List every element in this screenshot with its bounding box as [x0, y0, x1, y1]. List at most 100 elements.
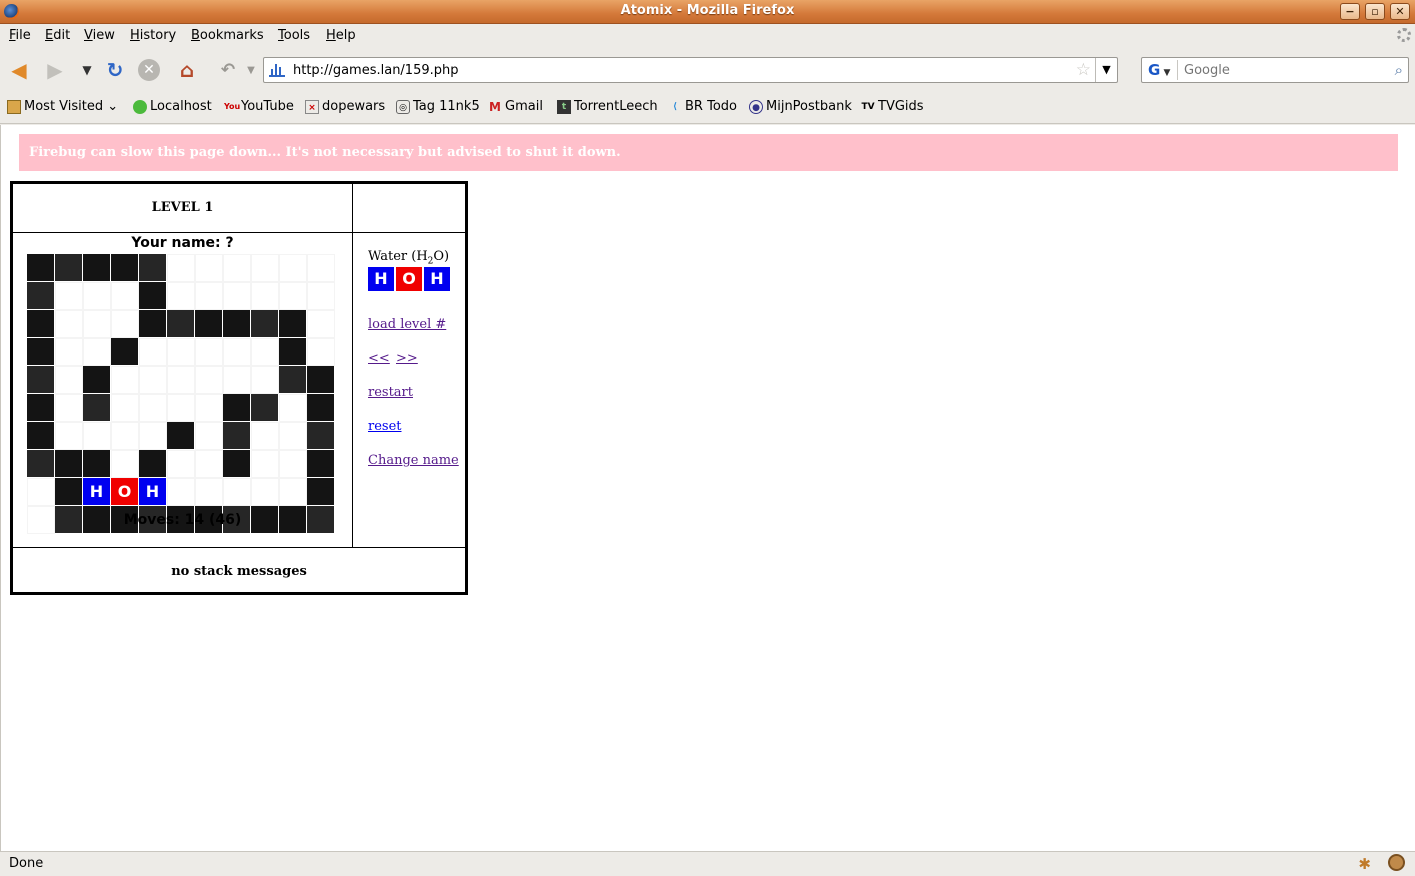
floor-tile [55, 310, 83, 338]
wall-tile [83, 254, 110, 281]
floor-tile [83, 310, 111, 338]
floor-tile [139, 394, 167, 422]
throbber-icon [1397, 28, 1411, 42]
atom-hydrogen: H [368, 267, 394, 291]
br-todo-icon: ⟨ [672, 101, 678, 112]
load-level-link[interactable]: load level # [368, 317, 446, 332]
floor-tile [195, 282, 223, 310]
greasemonkey-icon[interactable] [1388, 854, 1405, 871]
url-dropdown-icon[interactable]: ▼ [1095, 58, 1117, 82]
floor-tile [307, 338, 335, 366]
atom-oxygen-tile[interactable]: O [111, 478, 138, 505]
menu-edit[interactable]: Edit [45, 28, 70, 43]
firebug-icon[interactable]: ✱ [1358, 855, 1371, 873]
menu-view[interactable]: View [84, 28, 115, 43]
wall-tile [279, 366, 306, 393]
floor-tile [167, 338, 195, 366]
floor-tile [195, 338, 223, 366]
floor-tile [279, 450, 307, 478]
bookmark-star-icon[interactable]: ☆ [1076, 60, 1091, 80]
bookmark-tag[interactable]: ◎ Tag 11nk5 [396, 99, 480, 114]
floor-tile [251, 254, 279, 282]
floor-tile [167, 282, 195, 310]
search-engine-icon[interactable]: G ▼ [1144, 60, 1178, 80]
atom-hydrogen: H [424, 267, 450, 291]
firebug-warning: Firebug can slow this page down... It's … [19, 134, 1398, 171]
atom-hydrogen-tile[interactable]: H [83, 478, 110, 505]
menu-bookmarks[interactable]: Bookmarks [191, 28, 264, 43]
wall-tile [279, 310, 306, 337]
change-name-link[interactable]: Change name [368, 453, 459, 468]
floor-tile [307, 310, 335, 338]
floor-tile [195, 394, 223, 422]
floor-tile [111, 366, 139, 394]
wall-tile [251, 310, 278, 337]
bookmark-mijnpostbank[interactable]: ● MijnPostbank [749, 99, 852, 114]
bookmark-dopewars[interactable]: × dopewars [305, 99, 385, 114]
wall-tile [139, 282, 166, 309]
tag-icon: ◎ [396, 99, 410, 114]
floor-tile [83, 338, 111, 366]
history-dropdown-icon[interactable]: ▼ [74, 57, 100, 83]
bookmark-torrentleech[interactable]: t TorrentLeech [557, 99, 658, 114]
url-text[interactable]: http://games.lan/159.php [293, 63, 459, 78]
wall-tile [223, 310, 250, 337]
floor-tile [139, 422, 167, 450]
navigation-toolbar: ◀ ▶ ▼ ↻ ✕ ⌂ ↶ ▼ http://games.lan/159.php… [0, 48, 1415, 92]
floor-tile [111, 450, 139, 478]
back-arrow-icon[interactable]: ◀ [6, 57, 32, 83]
floor-tile [251, 478, 279, 506]
bookmark-gmail[interactable]: M Gmail [488, 99, 543, 114]
search-input[interactable] [1182, 61, 1382, 79]
bookmark-localhost[interactable]: Localhost [133, 99, 212, 114]
stop-icon[interactable]: ✕ [138, 59, 160, 81]
floor-tile [279, 478, 307, 506]
floor-tile [195, 254, 223, 282]
floor-tile [251, 422, 279, 450]
search-bar[interactable]: G ▼ ⌕ [1141, 57, 1409, 83]
bookmark-br-todo[interactable]: ⟨ BR Todo [668, 99, 737, 114]
floor-tile [251, 366, 279, 394]
menu-history[interactable]: History [130, 28, 176, 43]
atom-hydrogen-tile[interactable]: H [139, 478, 166, 505]
wall-tile [307, 394, 334, 421]
tvgids-icon: TV [861, 101, 875, 112]
search-icon[interactable]: ⌕ [1395, 61, 1403, 79]
menu-help[interactable]: Help [326, 28, 356, 43]
floor-tile [307, 282, 335, 310]
reset-link[interactable]: reset [368, 419, 402, 434]
floor-tile [139, 366, 167, 394]
forward-arrow-icon[interactable]: ▶ [42, 57, 68, 83]
reload-icon[interactable]: ↻ [102, 57, 128, 83]
maximize-button[interactable]: ▫ [1365, 3, 1385, 20]
floor-tile [55, 338, 83, 366]
game-board[interactable]: HOH [27, 254, 335, 534]
floor-tile [251, 450, 279, 478]
postbank-icon: ● [749, 99, 763, 114]
close-button[interactable]: ✕ [1390, 3, 1410, 20]
bookmark-most-visited[interactable]: Most Visited ⌄ [7, 99, 118, 114]
bookmark-tvgids[interactable]: TV TVGids [861, 99, 923, 114]
menu-tools[interactable]: Tools [278, 28, 310, 43]
next-level-link[interactable]: >> [396, 351, 418, 366]
url-bar[interactable]: http://games.lan/159.php ☆ ▼ [263, 57, 1118, 83]
undo-dropdown-icon[interactable]: ▼ [238, 57, 264, 83]
floor-tile [251, 338, 279, 366]
floor-tile [55, 422, 83, 450]
menu-file[interactable]: File [9, 28, 31, 43]
gmail-icon: M [489, 99, 501, 114]
floor-tile [111, 422, 139, 450]
floor-tile [223, 282, 251, 310]
floor-tile [111, 394, 139, 422]
restart-link[interactable]: restart [368, 385, 413, 400]
bookmark-youtube[interactable]: You YouTube [224, 99, 294, 114]
previous-level-link[interactable]: << [368, 351, 390, 366]
floor-tile [83, 282, 111, 310]
menu-bar: File Edit View History Bookmarks Tools H… [0, 24, 1415, 48]
stack-cell: no stack messages [12, 547, 466, 593]
minimize-button[interactable]: − [1340, 3, 1360, 20]
wall-tile [27, 282, 54, 309]
wall-tile [223, 422, 250, 449]
home-icon[interactable]: ⌂ [174, 57, 200, 83]
youtube-icon: You [224, 101, 241, 111]
